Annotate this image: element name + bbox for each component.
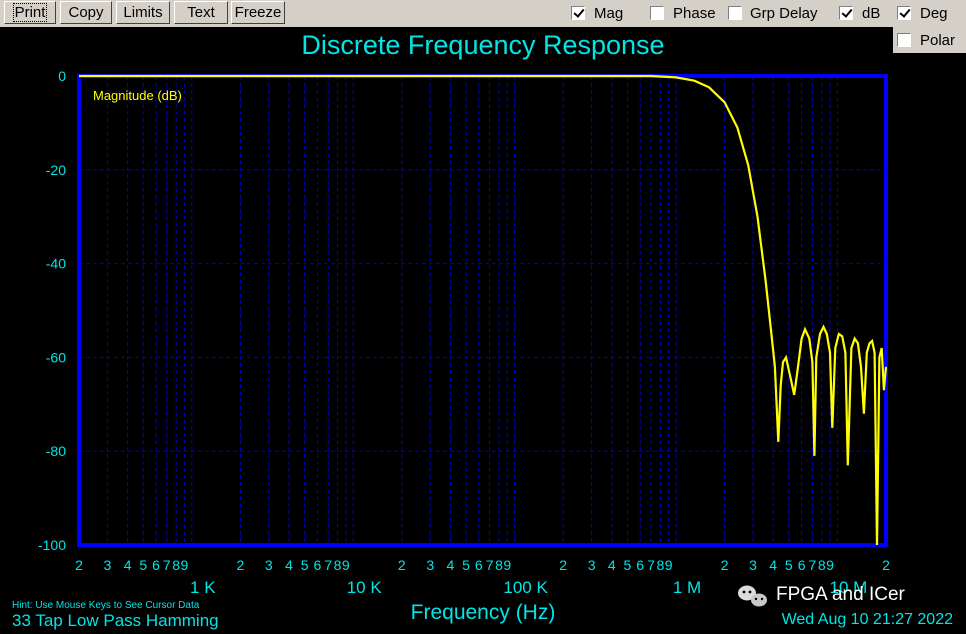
y-tick-label: -20 — [46, 162, 66, 178]
x-tick-label: 2 — [721, 557, 729, 573]
x-decade-label: 10 K — [347, 578, 383, 597]
x-tick-label: 6 — [152, 557, 160, 573]
x-tick-label: 3 — [104, 557, 112, 573]
x-tick-label: 2 — [559, 557, 567, 573]
x-tick-label: 7 — [809, 557, 817, 573]
x-tick-label: 3 — [588, 557, 596, 573]
y-tick-label: -40 — [46, 256, 66, 272]
x-tick-label: 7 — [163, 557, 171, 573]
x-tick-label: 8 — [334, 557, 342, 573]
x-decade-label: 1 K — [190, 578, 216, 597]
watermark-text: FPGA and ICer — [776, 584, 906, 605]
x-tick-label: 9 — [826, 557, 834, 573]
y-tick-label: -100 — [38, 537, 66, 553]
x-tick-label: 8 — [818, 557, 826, 573]
x-tick-label: 4 — [608, 557, 616, 573]
chart-title: Discrete Frequency Response — [301, 30, 664, 60]
x-tick-label: 6 — [475, 557, 483, 573]
x-tick-label: 8 — [656, 557, 664, 573]
x-tick-label: 4 — [769, 557, 777, 573]
watermark: FPGA and ICer — [738, 584, 906, 607]
hint-text: Hint: Use Mouse Keys to See Cursor Data — [12, 600, 200, 611]
x-tick-label: 3 — [426, 557, 434, 573]
x-tick-label: 5 — [139, 557, 147, 573]
x-tick-label: 9 — [342, 557, 350, 573]
x-tick-label: 9 — [665, 557, 673, 573]
y-tick-label: -80 — [46, 443, 66, 459]
x-tick-label: 9 — [181, 557, 189, 573]
y-tick-label: 0 — [58, 68, 66, 84]
x-tick-label: 4 — [124, 557, 132, 573]
x-axis-label: Frequency (Hz) — [411, 601, 556, 624]
x-tick-label: 7 — [324, 557, 332, 573]
x-tick-label: 7 — [647, 557, 655, 573]
x-tick-label: 2 — [237, 557, 245, 573]
y-axis-label: Magnitude (dB) — [93, 88, 182, 103]
filter-description: 33 Tap Low Pass Hamming — [12, 611, 219, 630]
frequency-response-chart: 0-20-40-60-80-100 2345678923456789234567… — [12, 30, 954, 630]
x-tick-label: 2 — [398, 557, 406, 573]
x-tick-label: 4 — [446, 557, 454, 573]
x-tick-label: 2 — [75, 557, 83, 573]
plot-frame — [77, 74, 888, 547]
x-tick-label: 7 — [486, 557, 494, 573]
x-tick-label: 9 — [503, 557, 511, 573]
y-tick-label: -60 — [46, 349, 66, 365]
x-tick-label: 6 — [636, 557, 644, 573]
x-tick-label: 6 — [314, 557, 322, 573]
x-tick-label: 4 — [285, 557, 293, 573]
x-tick-label: 5 — [624, 557, 632, 573]
x-decade-label: 100 K — [503, 578, 548, 597]
timestamp: Wed Aug 10 21:27 2022 — [782, 611, 954, 628]
x-tick-label: 3 — [749, 557, 757, 573]
x-decade-label: 1 M — [673, 578, 701, 597]
magnitude-trace — [79, 74, 888, 546]
x-tick-label: 2 — [882, 557, 890, 573]
x-tick-label: 5 — [301, 557, 309, 573]
x-tick-label: 5 — [785, 557, 793, 573]
x-tick-label: 5 — [462, 557, 470, 573]
x-tick-label: 3 — [265, 557, 273, 573]
wechat-icon — [738, 585, 767, 607]
x-tick-label: 8 — [495, 557, 503, 573]
x-tick-label: 6 — [798, 557, 806, 573]
x-tick-label: 8 — [172, 557, 180, 573]
